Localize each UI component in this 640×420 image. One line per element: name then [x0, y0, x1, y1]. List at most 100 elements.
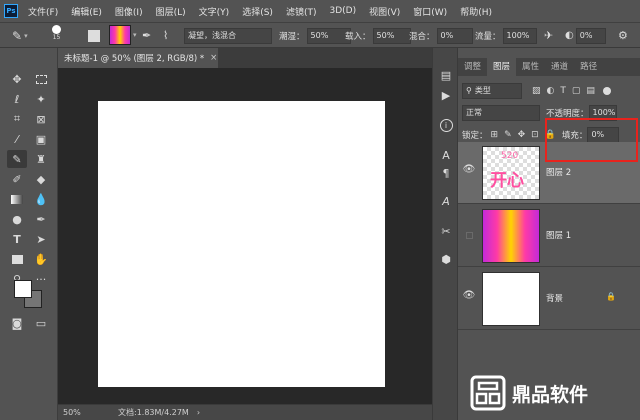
tool-presets-button[interactable]: ✂ [437, 222, 455, 240]
document-tab-title: 未标题-1 @ 50% (图层 2, RGB/8) * [64, 54, 205, 64]
mixer-brush-tool[interactable]: ✎ [7, 150, 27, 168]
lock-position-icon[interactable]: ✥ [518, 130, 526, 140]
layer-name[interactable]: 图层 1 [546, 229, 571, 241]
flow-field[interactable]: 100% [502, 27, 537, 44]
filter-kind-select[interactable]: ⚲ 类型 [462, 83, 522, 99]
lock-pixels-icon[interactable]: ✎ [504, 130, 512, 140]
history-brush-tool[interactable]: ✐ [7, 170, 27, 188]
airbrush-button[interactable]: ✈ [544, 27, 553, 44]
paragraph-panel-button[interactable]: ¶ [437, 164, 455, 182]
layer-name[interactable]: 图层 2 [546, 166, 571, 178]
move-tool[interactable]: ✥ [7, 70, 27, 88]
menu-view[interactable]: 视图(V) [369, 5, 400, 18]
glyphs-panel-button[interactable]: A [437, 192, 455, 210]
mix-field[interactable]: 0% [436, 27, 473, 44]
lock-transparent-icon[interactable]: ⊞ [491, 130, 499, 140]
menu-type[interactable]: 文字(Y) [199, 5, 230, 18]
color-swatches[interactable] [14, 280, 48, 310]
menu-3d[interactable]: 3D(D) [329, 6, 356, 16]
brush-settings-button[interactable] [88, 27, 100, 44]
menu-select[interactable]: 选择(S) [242, 5, 273, 18]
visibility-toggle[interactable] [466, 232, 473, 239]
3d-panel-button[interactable]: ⬢ [437, 250, 455, 268]
lasso-tool[interactable]: ℓ [7, 90, 27, 108]
smoothing-field[interactable]: 0% [575, 27, 606, 44]
wet-control[interactable]: 潮湿： 50% [279, 27, 351, 44]
menu-file[interactable]: 文件(F) [28, 5, 58, 18]
layer-row[interactable]: 👁 背景 🔒 [458, 268, 640, 330]
load-control[interactable]: 载入： 50% [345, 27, 411, 44]
settings-button[interactable]: ⚙ [618, 27, 628, 44]
eye-icon[interactable]: 👁 [462, 290, 476, 304]
filter-smart-icon[interactable]: ▤ [586, 86, 595, 96]
tab-adjustments[interactable]: 调整 [458, 58, 487, 76]
pen-icon: ✒ [36, 212, 46, 226]
smoothing-control[interactable]: ◐ 0% [565, 27, 606, 44]
document-tab[interactable]: 未标题-1 @ 50% (图层 2, RGB/8) * × [58, 48, 218, 68]
menu-image[interactable]: 图像(I) [115, 5, 143, 18]
menu-window[interactable]: 窗口(W) [413, 5, 447, 18]
actions-panel-button[interactable]: ▶ [437, 86, 455, 104]
mix-control[interactable]: 混合： 0% [409, 27, 473, 44]
blend-combo-select[interactable]: 凝望，浅混合 [184, 27, 272, 44]
filter-adjustment-icon[interactable]: ◐ [547, 86, 555, 96]
frame-tool[interactable]: ⊠ [31, 110, 51, 128]
hand-tool[interactable]: ✋ [31, 250, 51, 268]
eraser-tool[interactable]: ◆ [31, 170, 51, 188]
marquee-tool[interactable] [31, 70, 51, 88]
menu-edit[interactable]: 编辑(E) [71, 5, 102, 18]
eyedropper-tool[interactable]: ⁄ [7, 130, 27, 148]
pen-tool[interactable]: ✒ [31, 210, 51, 228]
rectangle-tool[interactable] [7, 250, 27, 268]
path-selection-tool[interactable]: ➤ [31, 230, 51, 248]
load-brush-button[interactable]: ✒ [142, 27, 151, 44]
tab-layers[interactable]: 图层 [487, 58, 517, 76]
dodge-tool[interactable]: ● [7, 210, 27, 228]
clean-brush-button[interactable]: ⌇ [163, 27, 168, 44]
foreground-color-swatch[interactable] [14, 280, 32, 298]
blend-mode-select[interactable]: 正常 [462, 105, 540, 121]
crop-tool[interactable]: ⌗ [7, 110, 27, 128]
lock-artboard-icon[interactable]: ⊡ [531, 130, 539, 140]
tool-preset-picker[interactable]: ✎ ▾ [12, 27, 28, 44]
info-panel-button[interactable]: i [437, 116, 455, 134]
magic-wand-tool[interactable]: ✦ [31, 90, 51, 108]
document-canvas[interactable] [98, 101, 385, 387]
zoom-value[interactable]: 50% [58, 408, 88, 417]
character-panel-button[interactable]: A [437, 146, 455, 164]
close-icon[interactable]: × [210, 53, 217, 63]
filter-type-icon[interactable]: T [560, 86, 566, 96]
history-panel-button[interactable]: ▤ [437, 66, 455, 84]
flow-label: 流量： [475, 31, 501, 42]
rectangle-icon [11, 254, 23, 264]
chevron-right-icon[interactable]: › [197, 408, 200, 417]
magic-wand-icon: ✦ [36, 92, 46, 106]
flow-control[interactable]: 流量： 100% [475, 27, 537, 44]
ruler-icon: ▣ [35, 132, 47, 146]
stamp-tool[interactable]: ♜ [31, 150, 51, 168]
blur-tool[interactable]: 💧 [31, 190, 51, 208]
type-tool[interactable]: T [7, 230, 27, 248]
filter-shape-icon[interactable]: ▢ [572, 86, 581, 96]
layer-name[interactable]: 背景 [546, 292, 563, 304]
filter-image-icon[interactable]: ▨ [532, 86, 541, 96]
current-load-swatch[interactable]: ▾ [109, 24, 137, 45]
ruler-tool[interactable]: ▣ [31, 130, 51, 148]
menu-filter[interactable]: 滤镜(T) [286, 5, 317, 18]
gradient-tool[interactable] [7, 190, 27, 208]
wet-field[interactable]: 50% [306, 27, 351, 44]
tab-paths[interactable]: 路径 [574, 58, 603, 76]
tab-properties[interactable]: 属性 [516, 58, 545, 76]
brush-picker[interactable]: 15 [52, 25, 61, 42]
info-icon: i [439, 118, 453, 132]
tab-channels[interactable]: 通道 [545, 58, 574, 76]
eye-icon[interactable]: 👁 [462, 164, 476, 178]
quick-mask-button[interactable]: ◙ [7, 314, 27, 332]
load-field[interactable]: 50% [372, 27, 411, 44]
menu-layer[interactable]: 图层(L) [156, 5, 186, 18]
filter-toggle-icon[interactable] [602, 87, 611, 95]
menu-help[interactable]: 帮助(H) [460, 5, 492, 18]
options-bar: ✎ ▾ 15 ▾ ✒ ⌇ 凝望，浅混合 潮湿： 50% 载入： 50% 混合： 0… [0, 22, 640, 48]
screen-mode-button[interactable]: ▭ [31, 314, 51, 332]
layer-row[interactable]: 图层 1 [458, 205, 640, 267]
